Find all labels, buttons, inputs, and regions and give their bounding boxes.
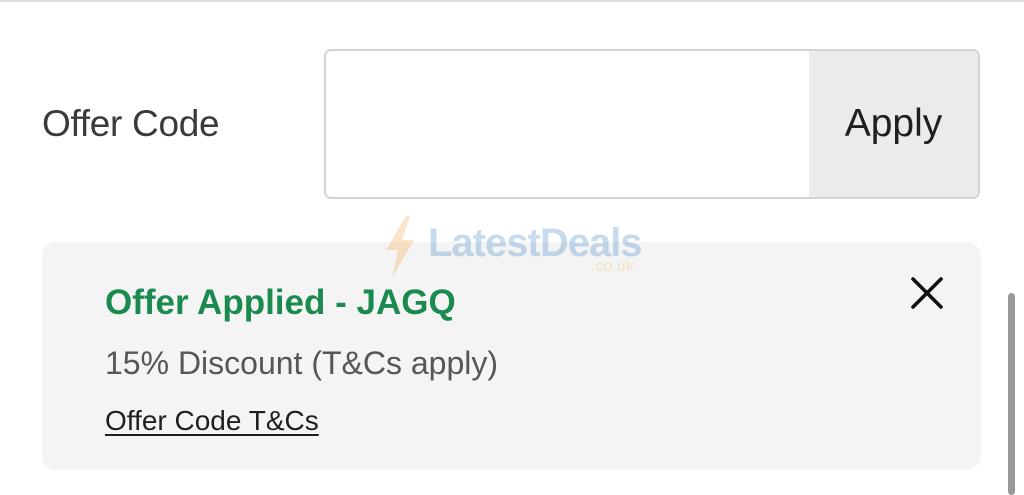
offer-discount-description: 15% Discount (T&Cs apply) <box>105 345 499 381</box>
scrollbar[interactable] <box>1008 293 1015 495</box>
offer-code-label: Offer Code <box>42 103 220 144</box>
offer-code-tcs-link[interactable]: Offer Code T&Cs <box>105 403 319 439</box>
offer-applied-title: Offer Applied - JAGQ <box>105 283 456 322</box>
apply-button[interactable]: Apply <box>809 51 978 197</box>
offer-applied-card: Offer Applied - JAGQ 15% Discount (T&Cs … <box>42 242 981 470</box>
offer-code-form: Apply <box>324 49 980 199</box>
close-icon <box>911 277 943 309</box>
offer-code-input[interactable] <box>326 51 809 197</box>
offer-code-page: Offer Code Apply Offer Applied - JAGQ 15… <box>0 0 1024 495</box>
top-divider <box>0 0 1024 2</box>
remove-offer-button[interactable] <box>904 270 950 316</box>
